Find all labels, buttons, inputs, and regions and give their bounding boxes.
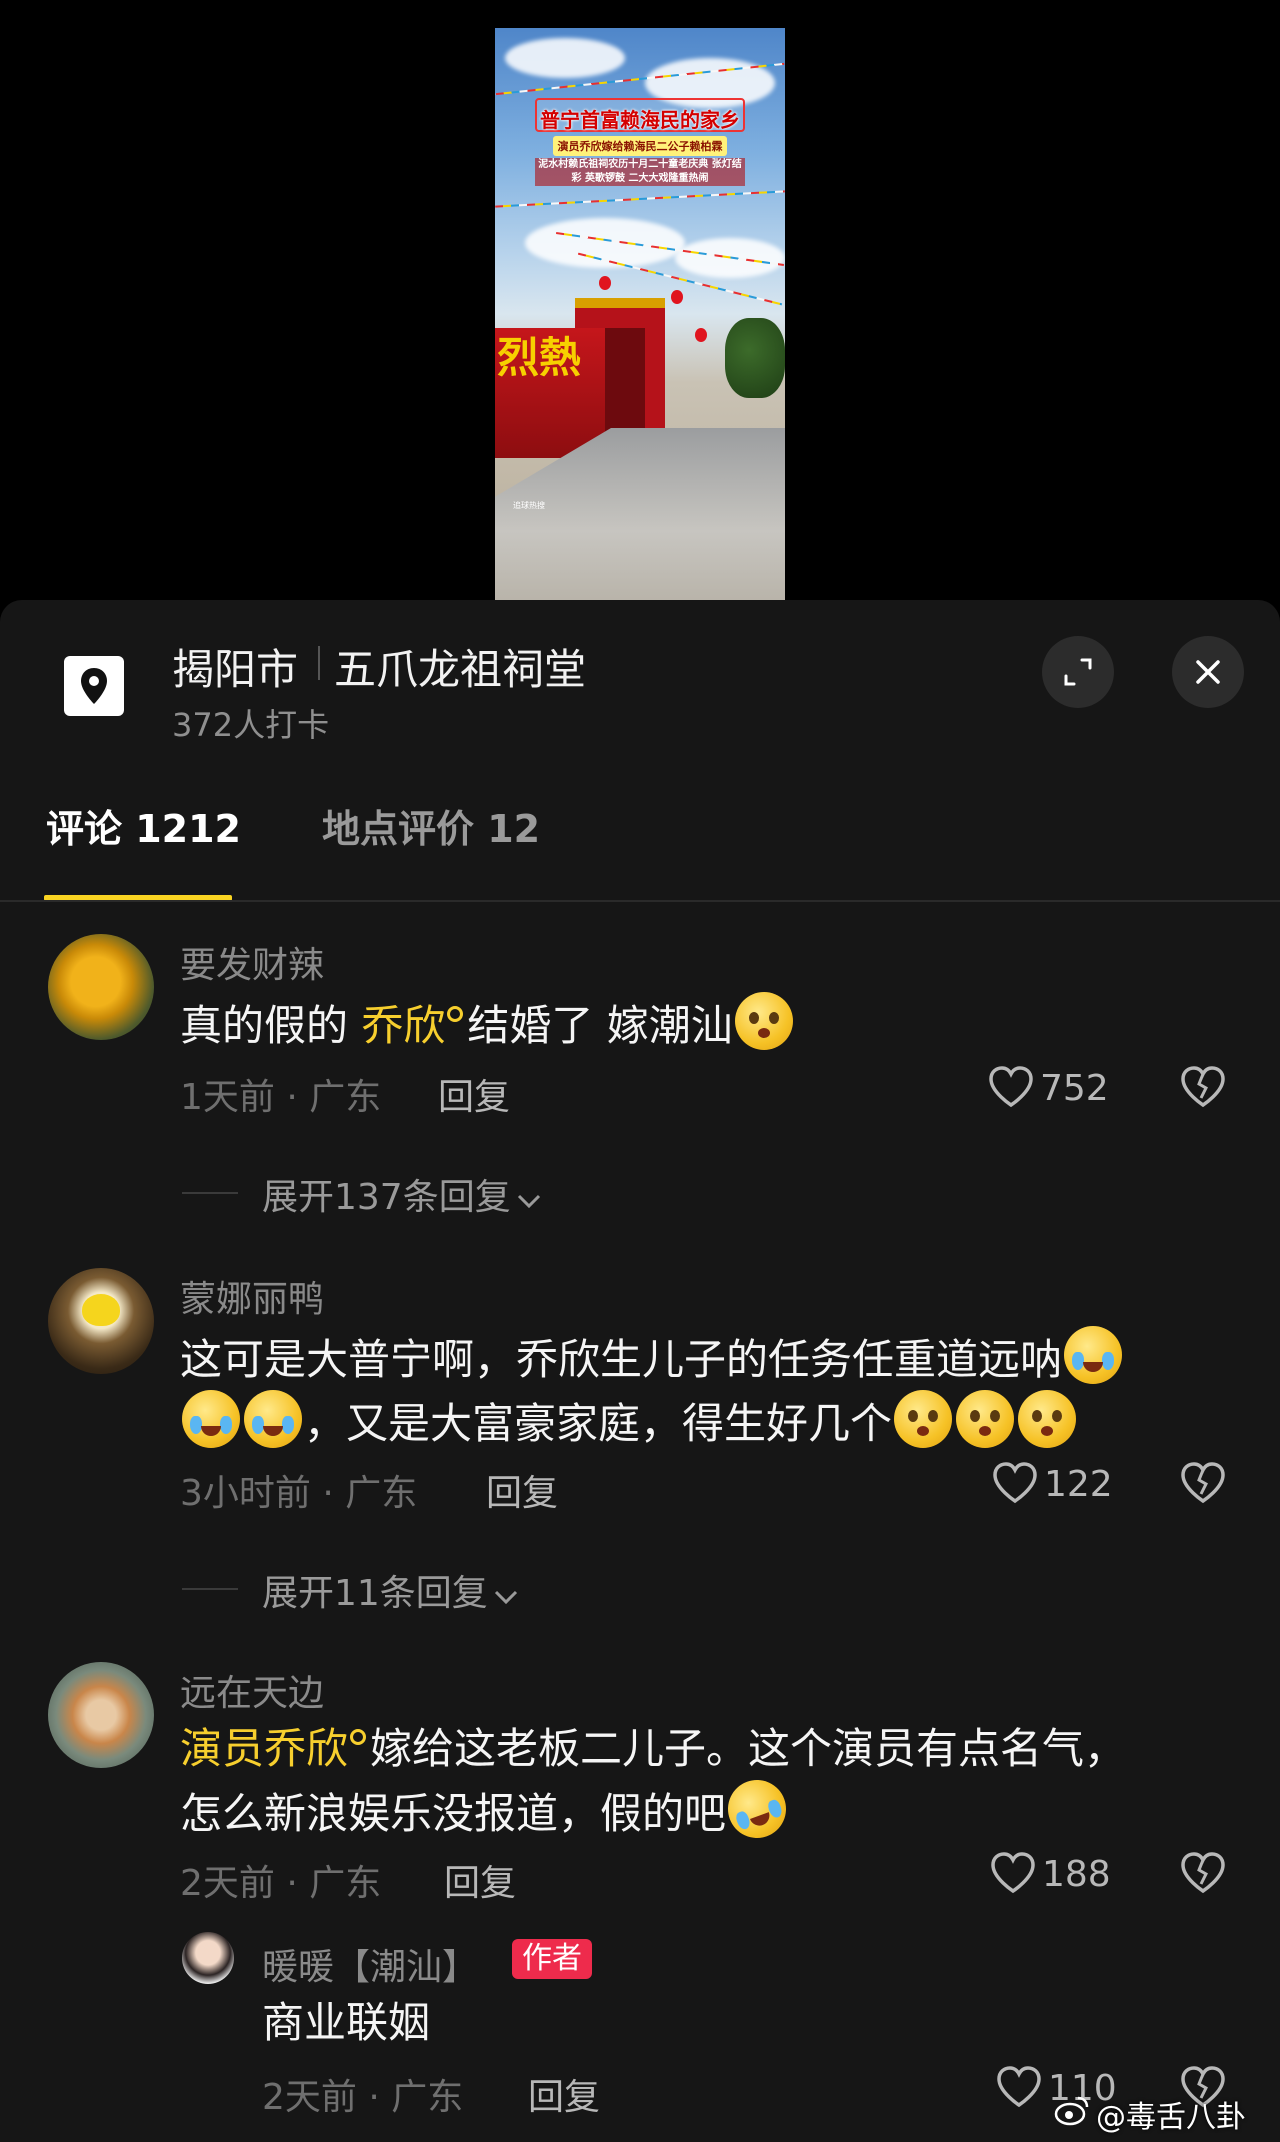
search-icon	[447, 1006, 464, 1022]
expand-replies-button[interactable]: 展开11条回复	[262, 1564, 520, 1616]
comment-text-line-1: 这可是大普宁啊，乔欣生儿子的任务任重道远呐	[180, 1326, 1124, 1391]
rolling-laughing-face-emoji	[719, 1771, 795, 1847]
reply-time-location: 2天前 · 广东	[262, 2077, 464, 2118]
reply-username[interactable]: 暖暖【潮汕】	[262, 1938, 478, 1990]
like-count: 122	[1044, 1464, 1113, 1505]
heart-icon	[989, 1066, 1033, 1108]
chevron-down-icon	[517, 1194, 540, 1209]
location-separator	[318, 646, 320, 680]
tab-comments[interactable]: 评论 1212	[46, 798, 241, 853]
expand-button[interactable]	[1042, 636, 1114, 708]
dislike-button[interactable]	[1180, 1852, 1226, 1898]
comment-text-line-2: 怎么新浪娱乐没报道，假的吧	[180, 1771, 795, 1847]
reply-text: 商业联姻	[262, 1998, 431, 2047]
comment-time-location: 3小时前 · 广东	[180, 1473, 418, 1514]
avatar[interactable]	[182, 1932, 234, 1984]
reply-button[interactable]: 回复	[528, 2068, 600, 2120]
wall-banner-text: 烈熱	[497, 333, 582, 382]
avatar[interactable]	[48, 934, 154, 1040]
pleading-face-emoji	[956, 1390, 1015, 1448]
expand-icon	[1064, 658, 1092, 686]
mention-link[interactable]: 乔欣	[361, 1001, 445, 1050]
close-button[interactable]	[1172, 636, 1244, 708]
reply-button[interactable]: 回复	[438, 1068, 510, 1120]
broken-heart-icon	[1181, 1462, 1225, 1504]
broken-heart-icon	[1181, 1066, 1225, 1108]
video-caption-detail: 泥水村赖氏祖祠农历十月二十童老庆典 张灯结彩 英歌锣鼓 二大大戏隆重热闹	[535, 158, 745, 186]
close-icon	[1196, 660, 1220, 684]
like-button[interactable]: 188	[990, 1852, 1111, 1895]
loudly-crying-face-emoji	[1064, 1326, 1123, 1384]
dislike-button[interactable]	[1180, 1066, 1226, 1112]
video-area: 普宁首富赖海民的家乡 演员乔欣嫁给赖海民二公子赖柏霖 泥水村赖氏祖祠农历十月二十…	[0, 0, 1280, 600]
weibo-icon	[1054, 2096, 1089, 2126]
search-icon	[350, 1729, 367, 1745]
location-city[interactable]: 揭阳市	[172, 636, 298, 697]
location-pin-icon	[64, 656, 124, 716]
source-watermark: @毒舌八卦	[1096, 2100, 1246, 2135]
video-thumbnail[interactable]: 普宁首富赖海民的家乡 演员乔欣嫁给赖海民二公子赖柏霖 泥水村赖氏祖祠农历十月二十…	[495, 28, 785, 600]
video-caption-title: 普宁首富赖海民的家乡	[540, 108, 740, 132]
comment-time-location: 1天前 · 广东	[180, 1077, 382, 1118]
like-button[interactable]: 752	[988, 1066, 1109, 1109]
like-count: 752	[1040, 1068, 1109, 1109]
video-caption-subtitle: 演员乔欣嫁给赖海民二公子赖柏霖	[553, 136, 727, 156]
location-name[interactable]: 五爪龙祖祠堂	[334, 636, 586, 697]
avatar[interactable]	[48, 1268, 154, 1374]
comment-text-line-2: ，又是大富豪家庭，得生好几个	[180, 1390, 1078, 1455]
loudly-crying-face-emoji	[182, 1390, 240, 1448]
tab-location-reviews[interactable]: 地点评价 12	[322, 798, 540, 853]
expand-divider	[182, 1192, 238, 1194]
comment-time-location: 2天前 · 广东	[180, 1863, 382, 1904]
loudly-crying-face-emoji	[244, 1390, 302, 1448]
heart-icon	[991, 1852, 1035, 1894]
mention-link[interactable]: 演员乔欣	[180, 1724, 348, 1773]
dislike-button[interactable]	[1180, 1462, 1226, 1508]
checkin-count: 372人打卡	[172, 706, 330, 744]
like-button[interactable]: 122	[992, 1462, 1113, 1505]
heart-icon	[997, 2066, 1041, 2108]
pleading-face-emoji	[734, 992, 793, 1050]
pleading-face-emoji	[894, 1390, 953, 1448]
pleading-face-emoji	[1018, 1390, 1077, 1448]
expand-divider	[182, 1588, 238, 1590]
expand-replies-button[interactable]: 展开137条回复	[262, 1168, 543, 1220]
chevron-down-icon	[494, 1590, 517, 1605]
comment-username[interactable]: 蒙娜丽鸭	[180, 1270, 324, 1322]
comment-text-line-1: 演员乔欣 嫁给这老板二儿子。这个演员有点名气，	[180, 1724, 1127, 1773]
broken-heart-icon	[1181, 1852, 1225, 1894]
like-count: 188	[1042, 1854, 1111, 1895]
video-watermark: 追球热搜	[513, 501, 545, 510]
comment-username[interactable]: 远在天边	[180, 1664, 324, 1716]
avatar[interactable]	[48, 1662, 154, 1768]
comment-username[interactable]: 要发财辣	[180, 936, 324, 988]
comment-text: 真的假的 乔欣 结婚了 嫁潮汕	[180, 992, 795, 1057]
reply-button[interactable]: 回复	[486, 1464, 558, 1516]
tab-divider	[0, 900, 1280, 902]
reply-button[interactable]: 回复	[444, 1854, 516, 1906]
author-badge: 作者	[512, 1939, 592, 1979]
heart-icon	[993, 1462, 1037, 1504]
